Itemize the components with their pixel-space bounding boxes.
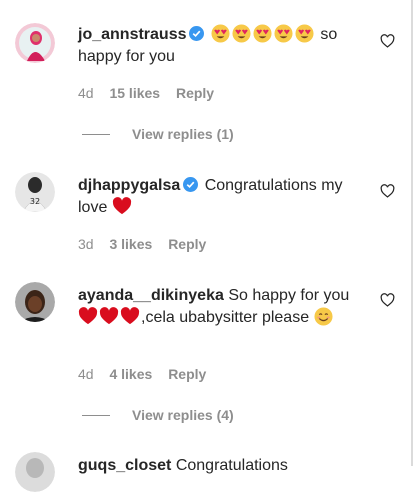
smiling-face-emoji-icon (314, 307, 333, 326)
heart-eyes-emoji-icon (295, 24, 314, 43)
avatar[interactable] (15, 23, 55, 63)
comment-meta: 3d 3 likes Reply (78, 235, 218, 253)
comment-text: ayanda__dikinyeka So happy for you ,cela… (78, 285, 368, 329)
reply-button[interactable]: Reply (168, 236, 206, 252)
comment-meta: 4d 4 likes Reply (78, 365, 218, 383)
heart-eyes-emojis (211, 24, 320, 43)
red-heart-emoji-icon (120, 307, 140, 325)
view-replies-label: View replies (4) (132, 407, 234, 423)
heart-outline-icon[interactable] (380, 34, 395, 48)
heart-eyes-emoji-icon (232, 24, 251, 43)
heart-eyes-emoji-icon (211, 24, 230, 43)
replies-divider (82, 133, 110, 135)
reply-button[interactable]: Reply (168, 366, 206, 382)
heart-eyes-emoji-icon (253, 24, 272, 43)
comment-text: jo_annstrauss so happy for you (78, 24, 368, 68)
heart-outline-icon[interactable] (380, 293, 395, 307)
verified-badge-icon (189, 26, 205, 41)
likes-count[interactable]: 3 likes (109, 236, 152, 252)
red-heart-emoji-icon (99, 307, 119, 325)
red-heart-emoji-icon (78, 307, 98, 325)
comment-username[interactable]: ayanda__dikinyeka (78, 287, 224, 304)
comment-time: 3d (78, 236, 94, 252)
comment-text: djhappygalsa Congratulations my love (78, 175, 368, 219)
view-replies-button[interactable]: View replies (4) (82, 407, 234, 423)
comment-time: 4d (78, 366, 94, 382)
comment-username[interactable]: jo_annstrauss (78, 26, 186, 43)
heart-eyes-emoji-icon (274, 24, 293, 43)
comment-text: guqs_closet Congratulations (78, 455, 368, 477)
heart-outline-icon[interactable] (380, 184, 395, 198)
reply-button[interactable]: Reply (176, 85, 214, 101)
red-heart-emoji-icon (112, 197, 131, 215)
avatar[interactable]: 32 (15, 172, 55, 212)
comment-body: So happy for you (228, 287, 350, 304)
replies-divider (82, 414, 110, 416)
view-replies-label: View replies (1) (132, 126, 234, 142)
comment-meta: 4d 15 likes Reply (78, 84, 226, 102)
comment-username[interactable]: djhappygalsa (78, 177, 180, 194)
view-replies-button[interactable]: View replies (1) (82, 126, 234, 142)
avatar[interactable] (15, 282, 55, 322)
comment-body-continued: ,cela ubabysitter please (141, 309, 310, 326)
svg-text:32: 32 (30, 197, 40, 206)
verified-badge-icon (183, 177, 199, 192)
avatar[interactable] (15, 452, 55, 492)
likes-count[interactable]: 4 likes (109, 366, 152, 382)
likes-count[interactable]: 15 likes (109, 85, 160, 101)
comment-time: 4d (78, 85, 94, 101)
